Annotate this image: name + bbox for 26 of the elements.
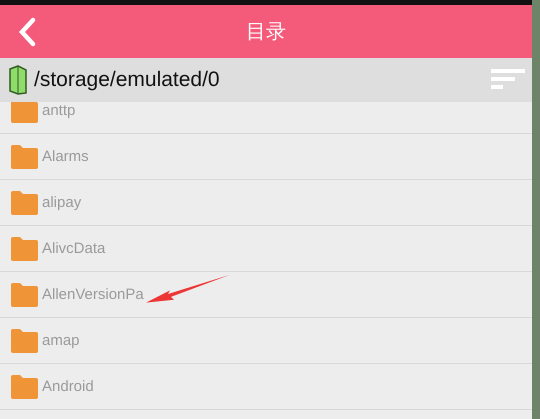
storage-icon (8, 65, 30, 95)
folder-icon (10, 102, 38, 122)
folder-icon (10, 190, 38, 214)
folder-row[interactable]: AlivcData (0, 226, 532, 272)
header-title: 目录 (246, 19, 286, 43)
folder-name: alipay (42, 194, 82, 211)
current-path: /storage/emulated/0 (34, 68, 220, 92)
folder-row[interactable]: alipay (0, 180, 532, 226)
folder-name: anttp (42, 102, 76, 119)
folder-name: amap (42, 332, 80, 349)
folder-name: Android (42, 378, 94, 395)
folder-icon (10, 328, 38, 352)
folder-row[interactable]: AllenVersionPa (0, 272, 532, 318)
folder-icon (10, 236, 38, 260)
sort-icon (491, 68, 525, 88)
folder-icon (10, 144, 38, 168)
folder-row[interactable]: Alarms (0, 134, 532, 180)
folder-icon (10, 282, 38, 306)
folder-name: Alarms (42, 148, 89, 165)
folder-row[interactable]: anttp (0, 102, 532, 134)
folder-name: AllenVersionPa (42, 286, 144, 303)
folder-name: AlivcData (42, 240, 106, 257)
folder-icon (10, 374, 38, 398)
back-icon (18, 16, 36, 46)
folder-row[interactable]: Android (0, 364, 532, 410)
folder-row[interactable]: amap (0, 318, 532, 364)
